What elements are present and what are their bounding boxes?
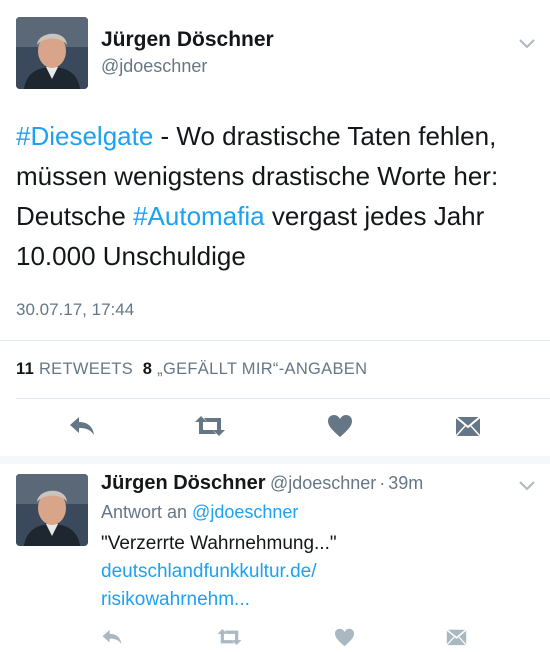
likes-label: „GEFÄLLT MIR“-ANGABEN <box>157 360 368 378</box>
reply-age: 39m <box>388 473 424 493</box>
reply-icon[interactable] <box>68 415 96 442</box>
reply-to-line: Antwort an @jdoeschner <box>101 502 298 523</box>
hashtag-link[interactable]: #Automafia <box>133 201 265 231</box>
engagement-stats: 11 RETWEETS 8 „GEFÄLLT MIR“-ANGABEN <box>16 360 367 379</box>
retweet-icon[interactable] <box>216 628 243 651</box>
envelope-icon[interactable] <box>455 415 481 442</box>
retweet-icon[interactable] <box>193 415 227 442</box>
reply-link-line1[interactable]: deutschlandfunkkultur.de/ <box>101 558 531 586</box>
likes-stat[interactable]: 8 „GEFÄLLT MIR“-ANGABEN <box>143 360 368 378</box>
divider <box>0 340 550 341</box>
author-name[interactable]: Jürgen Döschner <box>101 28 274 52</box>
separator: · <box>379 473 386 493</box>
chevron-down-icon[interactable] <box>519 36 535 54</box>
reply-link-line2[interactable]: risikowahrnehm... <box>101 586 531 614</box>
tweet-text: #Dieselgate - Wo drastische Taten fehlen… <box>16 116 541 276</box>
retweets-label: RETWEETS <box>38 360 134 378</box>
hashtag-link[interactable]: #Dieselgate <box>16 121 153 151</box>
divider <box>0 456 550 464</box>
text-line: 10.000 Unschuldige <box>16 241 246 271</box>
reply-to-handle[interactable]: @jdoeschner <box>192 502 298 522</box>
likes-count: 8 <box>142 360 153 378</box>
author-handle[interactable]: @jdoeschner <box>101 56 207 77</box>
reply-to-prefix: Antwort an <box>101 502 193 522</box>
heart-icon[interactable] <box>327 414 353 443</box>
reply-author-name[interactable]: Jürgen Döschner <box>101 472 265 494</box>
chevron-down-icon[interactable] <box>519 478 535 496</box>
retweets-stat[interactable]: 11 RETWEETS <box>16 360 133 378</box>
text-segment: Deutsche <box>16 201 134 231</box>
heart-icon[interactable] <box>334 628 355 652</box>
tweet-timestamp: 30.07.17, 17:44 <box>16 300 135 319</box>
retweets-count: 11 <box>16 360 35 378</box>
reply-text: "Verzerrte Wahrnehmung..." deutschlandfu… <box>101 530 531 614</box>
text-segment: vergast jedes Jahr <box>264 201 485 231</box>
envelope-icon[interactable] <box>446 628 467 651</box>
reply-avatar[interactable] <box>16 474 88 546</box>
text-segment: - Wo drastische Taten fehlen, <box>153 121 497 151</box>
reply-header: Jürgen Döschner @jdoeschner · 39m <box>101 472 423 495</box>
reply-author-handle[interactable]: @jdoeschner <box>270 473 376 493</box>
avatar[interactable] <box>16 17 88 89</box>
text-line: müssen wenigstens drastische Worte her: <box>16 161 499 191</box>
divider <box>16 398 550 399</box>
reply-quote: "Verzerrte Wahrnehmung..." <box>101 533 337 554</box>
reply-icon[interactable] <box>101 628 123 651</box>
